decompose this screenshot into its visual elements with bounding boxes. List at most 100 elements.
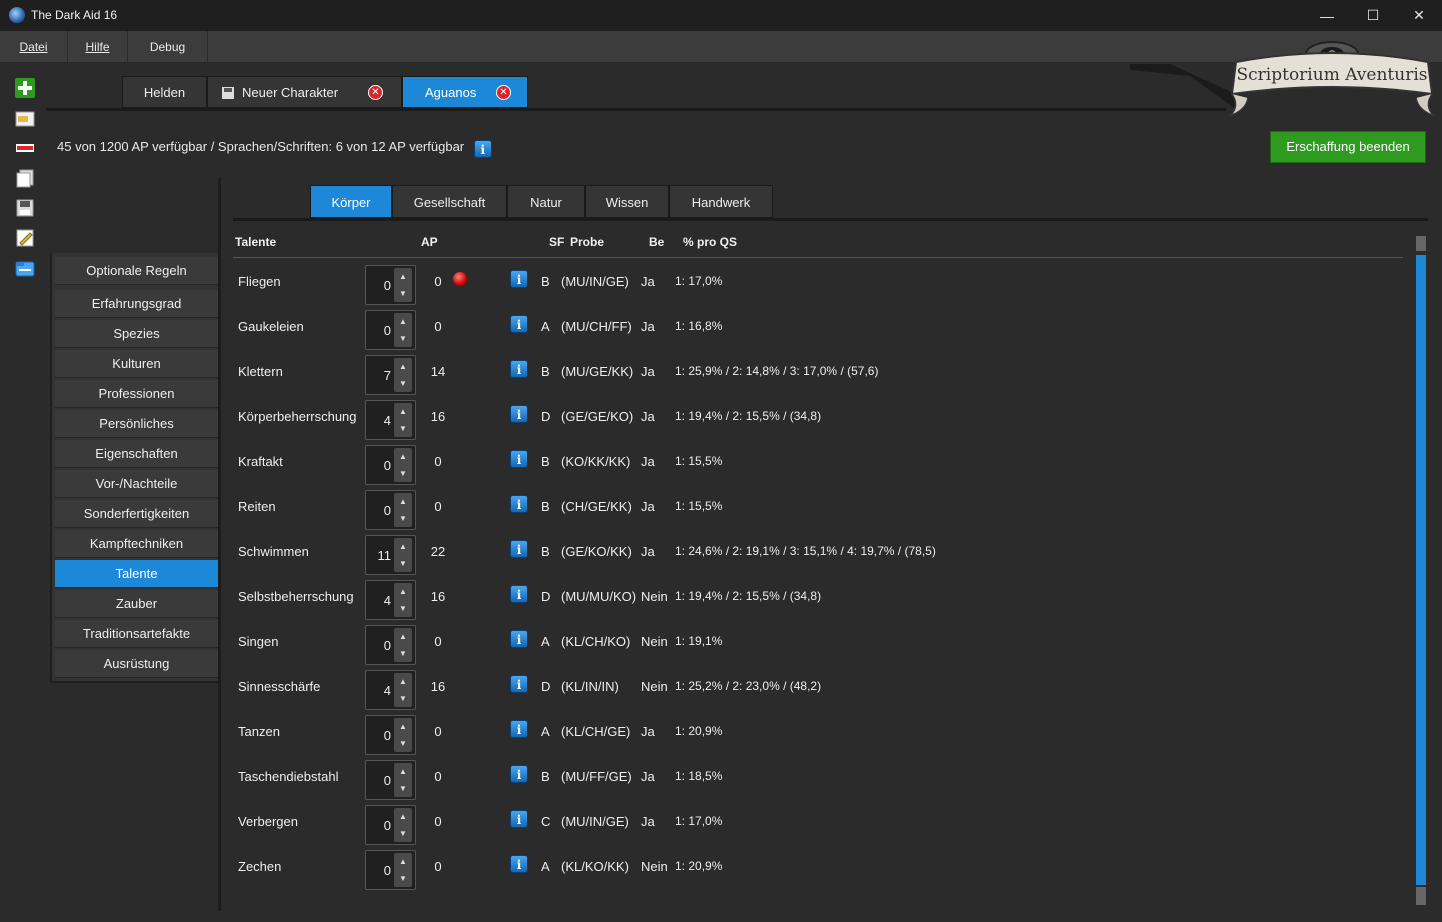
info-icon[interactable]: i xyxy=(510,630,528,648)
chevron-down-icon[interactable]: ▼ xyxy=(394,645,412,662)
tab-aguanos[interactable]: Aguanos ✕ xyxy=(402,76,528,108)
edit-icon[interactable] xyxy=(15,228,35,248)
value-stepper[interactable]: 7 ▲ ▼ xyxy=(365,355,416,395)
stepper-buttons[interactable]: ▲ ▼ xyxy=(394,628,412,662)
stepper-value[interactable]: 0 xyxy=(366,728,391,743)
stepper-buttons[interactable]: ▲ ▼ xyxy=(394,538,412,572)
stepper-value[interactable]: 11 xyxy=(366,548,392,563)
chevron-down-icon[interactable]: ▼ xyxy=(394,825,412,842)
chevron-down-icon[interactable]: ▼ xyxy=(394,510,412,527)
chevron-up-icon[interactable]: ▲ xyxy=(394,493,412,510)
stepper-buttons[interactable]: ▲ ▼ xyxy=(394,808,412,842)
nav-traditionsartefakte[interactable]: Traditionsartefakte xyxy=(55,620,218,648)
nav-spezies[interactable]: Spezies xyxy=(55,320,218,348)
scroll-down-button[interactable] xyxy=(1416,887,1426,905)
value-stepper[interactable]: 4 ▲ ▼ xyxy=(365,400,416,440)
chevron-up-icon[interactable]: ▲ xyxy=(394,628,412,645)
nav-ausruestung[interactable]: Ausrüstung xyxy=(55,650,218,678)
nav-vor-nachteile[interactable]: Vor-/Nachteile xyxy=(55,470,218,498)
stepper-buttons[interactable]: ▲ ▼ xyxy=(394,763,412,797)
tab-natur[interactable]: Natur xyxy=(507,185,585,218)
close-window-button[interactable]: ✕ xyxy=(1396,0,1442,31)
info-icon[interactable]: i xyxy=(510,765,528,783)
value-stepper[interactable]: 0 ▲ ▼ xyxy=(365,490,416,530)
chevron-down-icon[interactable]: ▼ xyxy=(394,600,412,617)
chevron-down-icon[interactable]: ▼ xyxy=(394,870,412,887)
stepper-buttons[interactable]: ▲ ▼ xyxy=(394,718,412,752)
nav-kampftechniken[interactable]: Kampftechniken xyxy=(55,530,218,558)
info-icon[interactable]: i xyxy=(510,450,528,468)
nav-persoenliches[interactable]: Persönliches xyxy=(55,410,218,438)
info-icon[interactable]: i xyxy=(510,315,528,333)
save-icon[interactable] xyxy=(15,198,35,218)
close-tab-icon[interactable]: ✕ xyxy=(496,85,511,100)
menu-hilfe[interactable]: Hilfe xyxy=(68,31,128,63)
info-icon[interactable]: i xyxy=(510,855,528,873)
chevron-down-icon[interactable]: ▼ xyxy=(394,420,412,437)
value-stepper[interactable]: 0 ▲ ▼ xyxy=(365,715,416,755)
chevron-up-icon[interactable]: ▲ xyxy=(394,808,412,825)
scrollbar-thumb[interactable] xyxy=(1416,255,1426,885)
menu-debug[interactable]: Debug xyxy=(128,31,208,63)
info-icon[interactable]: i xyxy=(510,585,528,603)
info-icon[interactable]: i xyxy=(473,140,492,158)
nav-professionen[interactable]: Professionen xyxy=(55,380,218,408)
value-stepper[interactable]: 0 ▲ ▼ xyxy=(365,445,416,485)
stepper-buttons[interactable]: ▲ ▼ xyxy=(394,358,412,392)
info-icon[interactable]: i xyxy=(510,405,528,423)
chevron-down-icon[interactable]: ▼ xyxy=(394,285,412,302)
chevron-up-icon[interactable]: ▲ xyxy=(394,583,412,600)
stepper-buttons[interactable]: ▲ ▼ xyxy=(394,673,412,707)
menu-datei[interactable]: Datei xyxy=(0,31,68,63)
value-stepper[interactable]: 0 ▲ ▼ xyxy=(365,310,416,350)
value-stepper[interactable]: 4 ▲ ▼ xyxy=(365,580,416,620)
stepper-value[interactable]: 0 xyxy=(366,863,391,878)
info-icon[interactable]: i xyxy=(510,270,528,288)
info-icon[interactable]: i xyxy=(510,540,528,558)
tab-neuer-charakter[interactable]: Neuer Charakter ✕ xyxy=(207,76,402,108)
stepper-value[interactable]: 4 xyxy=(366,683,391,698)
nav-optionale-regeln[interactable]: Optionale Regeln xyxy=(55,257,218,285)
value-stepper[interactable]: 0 ▲ ▼ xyxy=(365,265,416,305)
open-folder-icon[interactable] xyxy=(15,108,35,128)
maximize-button[interactable]: ☐ xyxy=(1350,0,1396,31)
nav-zauber[interactable]: Zauber xyxy=(55,590,218,618)
chevron-down-icon[interactable]: ▼ xyxy=(394,555,412,572)
tab-helden[interactable]: Helden xyxy=(122,76,207,108)
tab-wissen[interactable]: Wissen xyxy=(585,185,669,218)
info-icon[interactable]: i xyxy=(510,810,528,828)
copy-icon[interactable] xyxy=(15,168,35,188)
chevron-up-icon[interactable]: ▲ xyxy=(394,718,412,735)
nav-talente[interactable]: Talente xyxy=(55,560,218,588)
nav-sonderfertigkeiten[interactable]: Sonderfertigkeiten xyxy=(55,500,218,528)
stepper-value[interactable]: 4 xyxy=(366,413,391,428)
stepper-buttons[interactable]: ▲ ▼ xyxy=(394,403,412,437)
chevron-up-icon[interactable]: ▲ xyxy=(394,538,412,555)
stepper-buttons[interactable]: ▲ ▼ xyxy=(394,268,412,302)
chevron-up-icon[interactable]: ▲ xyxy=(394,763,412,780)
value-stepper[interactable]: 0 ▲ ▼ xyxy=(365,850,416,890)
value-stepper[interactable]: 11 ▲ ▼ xyxy=(365,535,416,575)
chevron-down-icon[interactable]: ▼ xyxy=(394,690,412,707)
chevron-up-icon[interactable]: ▲ xyxy=(394,358,412,375)
stepper-value[interactable]: 0 xyxy=(366,458,391,473)
chevron-down-icon[interactable]: ▼ xyxy=(394,375,412,392)
scroll-up-button[interactable] xyxy=(1416,236,1426,251)
stepper-value[interactable]: 0 xyxy=(366,278,391,293)
stepper-value[interactable]: 4 xyxy=(366,593,391,608)
close-tab-icon[interactable]: ✕ xyxy=(368,85,383,100)
nav-eigenschaften[interactable]: Eigenschaften xyxy=(55,440,218,468)
stepper-value[interactable]: 7 xyxy=(366,368,391,383)
folder-icon[interactable] xyxy=(15,258,35,278)
finish-creation-button[interactable]: Erschaffung beenden xyxy=(1270,131,1426,163)
tab-koerper[interactable]: Körper xyxy=(310,185,392,218)
stepper-buttons[interactable]: ▲ ▼ xyxy=(394,853,412,887)
stepper-buttons[interactable]: ▲ ▼ xyxy=(394,448,412,482)
chevron-down-icon[interactable]: ▼ xyxy=(394,465,412,482)
stepper-value[interactable]: 0 xyxy=(366,503,391,518)
stepper-value[interactable]: 0 xyxy=(366,323,391,338)
info-icon[interactable]: i xyxy=(510,720,528,738)
value-stepper[interactable]: 0 ▲ ▼ xyxy=(365,625,416,665)
stepper-value[interactable]: 0 xyxy=(366,773,391,788)
stepper-value[interactable]: 0 xyxy=(366,638,391,653)
